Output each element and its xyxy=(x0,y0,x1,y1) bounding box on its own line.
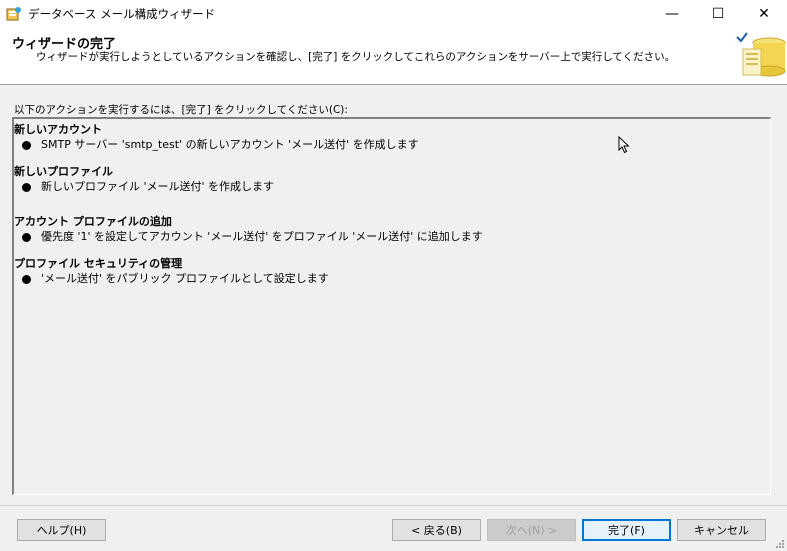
bullet-icon xyxy=(22,182,31,192)
back-button[interactable]: < 戻る(B) xyxy=(392,519,481,541)
cancel-button[interactable]: キャンセル xyxy=(677,519,766,541)
list-item: 優先度 '1' を設定してアカウント 'メール送付' をプロファイル 'メール送… xyxy=(14,229,770,245)
list-item: SMTP サーバー 'smtp_test' の新しいアカウント 'メール送付' … xyxy=(14,137,770,153)
section-title: 新しいプロファイル xyxy=(14,165,113,178)
actions-list[interactable]: 新しいアカウント SMTP サーバー 'smtp_test' の新しいアカウント… xyxy=(12,117,771,495)
section-new-profile: 新しいプロファイル 新しいプロファイル 'メール送付' を作成します xyxy=(14,165,770,195)
section-profile-security: プロファイル セキュリティの管理 'メール送付' をパブリック プロファイルとし… xyxy=(14,257,770,287)
bullet-icon xyxy=(22,232,31,242)
action-text: SMTP サーバー 'smtp_test' の新しいアカウント 'メール送付' … xyxy=(41,138,419,151)
footer-divider xyxy=(0,505,787,506)
section-title: 新しいアカウント xyxy=(14,123,102,136)
resize-grip-icon[interactable] xyxy=(775,539,785,549)
database-wizard-icon xyxy=(6,6,22,22)
action-text: 'メール送付' をパブリック プロファイルとして設定します xyxy=(41,272,329,285)
section-title: アカウント プロファイルの追加 xyxy=(14,215,172,228)
wizard-banner-icon xyxy=(735,31,787,83)
mouse-cursor-icon xyxy=(618,135,630,154)
close-button[interactable]: ✕ xyxy=(741,0,787,27)
bullet-icon xyxy=(22,140,31,150)
title-bar[interactable]: データベース メール構成ウィザード — ☐ ✕ xyxy=(0,0,787,27)
list-item: 新しいプロファイル 'メール送付' を作成します xyxy=(14,179,770,195)
window-controls: — ☐ ✕ xyxy=(649,0,787,27)
next-button[interactable]: 次へ(N) > xyxy=(487,519,576,541)
window-title: データベース メール構成ウィザード xyxy=(28,6,216,21)
action-text: 新しいプロファイル 'メール送付' を作成します xyxy=(41,180,275,193)
minimize-button[interactable]: — xyxy=(649,0,695,27)
bullet-icon xyxy=(22,274,31,284)
list-item: 'メール送付' をパブリック プロファイルとして設定します xyxy=(14,271,770,287)
section-add-account-profile: アカウント プロファイルの追加 優先度 '1' を設定してアカウント 'メール送… xyxy=(14,215,770,245)
section-new-account: 新しいアカウント SMTP サーバー 'smtp_test' の新しいアカウント… xyxy=(14,123,770,153)
finish-button[interactable]: 完了(F) xyxy=(582,519,671,541)
instruction-label: 以下のアクションを実行するには、[完了] をクリックしてください(C): xyxy=(14,104,348,116)
action-text: 優先度 '1' を設定してアカウント 'メール送付' をプロファイル 'メール送… xyxy=(41,230,483,243)
wizard-header: ウィザードの完了 ウィザードが実行しようとしているアクションを確認し、[完了] … xyxy=(0,27,787,85)
section-title: プロファイル セキュリティの管理 xyxy=(14,257,183,270)
page-subtitle: ウィザードが実行しようとしているアクションを確認し、[完了] をクリックしてこれ… xyxy=(36,51,676,63)
help-button[interactable]: ヘルプ(H) xyxy=(17,519,106,541)
maximize-button[interactable]: ☐ xyxy=(695,0,741,27)
